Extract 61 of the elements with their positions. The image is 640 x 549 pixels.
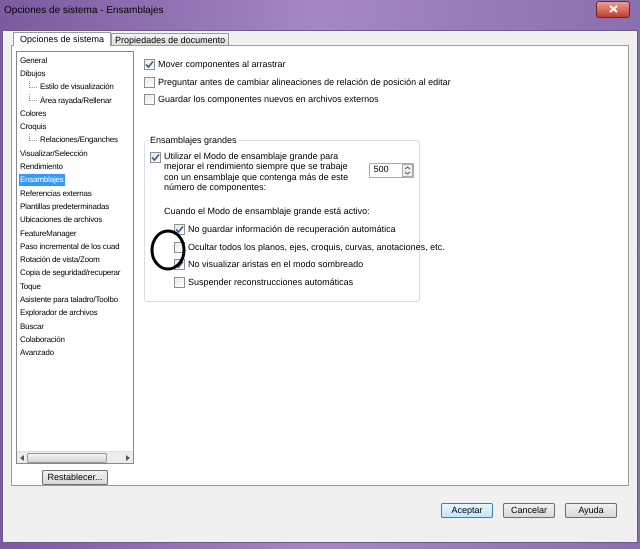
check-icon (145, 60, 154, 70)
dialog-button[interactable]: Aceptar (441, 503, 493, 518)
checkbox[interactable] (144, 59, 155, 70)
check-icon (151, 152, 160, 162)
tree-item[interactable]: Estilo de visualización (39, 81, 115, 94)
tree-line (29, 134, 37, 141)
tree-line (29, 94, 37, 102)
option-label: Guardar los componentes nuevos en archivos externos (158, 93, 379, 106)
tree-item[interactable]: Rotación de vista/Zoom (19, 254, 101, 266)
spin-value: 500 (372, 163, 390, 176)
tree-item[interactable]: Paso incremental de los cuad (19, 240, 120, 253)
tab[interactable]: Opciones de sistema (13, 32, 112, 46)
tree-item[interactable]: General (19, 54, 48, 67)
option-label: No guardar información de recuperación automática (188, 223, 396, 236)
option-label: Preguntar antes de cambiar alineaciones de relación de posición al editar (158, 76, 451, 89)
checkbox[interactable] (174, 224, 185, 236)
tree-item[interactable]: Explorador de archivos (19, 307, 98, 320)
option-label: Suspender reconstrucciones automáticas (188, 276, 354, 289)
checkbox[interactable] (150, 152, 161, 162)
spin-arrows-icon[interactable] (402, 164, 413, 176)
tree-item[interactable]: Área rayada/Rellenar (39, 94, 113, 107)
tree-item[interactable]: Rendimiento (19, 161, 64, 174)
horizontal-scrollbar[interactable] (17, 451, 133, 463)
tree-line (29, 80, 37, 88)
close-icon (608, 5, 618, 13)
group-title: Ensamblajes grandes (149, 134, 238, 147)
reset-button[interactable]: Restablecer... (42, 470, 108, 485)
scroll-thumb[interactable] (27, 452, 107, 462)
tree-item[interactable]: Plantillas predeterminadas (19, 200, 110, 213)
tree-item[interactable]: Asistente para taladro/Toolbo (19, 294, 119, 306)
dialog-button[interactable]: Ayuda (565, 503, 617, 518)
checkbox[interactable] (144, 94, 155, 106)
tree-item[interactable]: FeatureManager (19, 228, 78, 240)
check-icon (175, 260, 184, 270)
tree-item[interactable]: Referencias externas (19, 188, 93, 200)
spin-field[interactable]: 500 (368, 162, 414, 178)
checkbox[interactable] (144, 76, 155, 88)
option-label: Ocultar todos los planos, ejes, croquis, curvas, anotaciones, etc. (188, 240, 445, 254)
tree-item[interactable]: Avanzado (19, 347, 55, 360)
tree-item[interactable]: Buscar (19, 320, 45, 333)
tree-item[interactable]: Dibujos (19, 68, 46, 80)
option-label: Utilizar el Modo de ensamblaje grande para mejorar el rendimiento siempre que se trabaje con un ensamblaje que contenga más de este número de componentes: (164, 150, 350, 192)
tree-item[interactable]: Copia de seguridad/recuperar (19, 267, 122, 280)
tree-item[interactable]: Visualizar/Selección (19, 148, 88, 160)
tree-item[interactable]: Colores (19, 108, 48, 120)
tree-item[interactable]: Relaciones/Enganches (39, 134, 119, 146)
option-label: No visualizar aristas en el modo sombreado (188, 258, 364, 271)
scroll-left-icon[interactable] (18, 454, 26, 462)
tree-item[interactable]: Colaboración (19, 334, 66, 346)
close-button[interactable] (596, 0, 630, 18)
check-icon (175, 225, 184, 234)
checkbox[interactable] (174, 276, 185, 288)
dialog-button[interactable]: Cancelar (503, 503, 555, 518)
tree-item[interactable]: Toque (19, 280, 42, 293)
subtitle: Cuando el Modo de ensamblaje grande está activo: (164, 204, 371, 218)
tree-item[interactable]: Croquis (19, 121, 48, 134)
tree-item[interactable]: Ubicaciones de archivos (19, 214, 104, 226)
scroll-right-icon[interactable] (124, 454, 132, 462)
tab[interactable]: Propiedades de documento (111, 33, 230, 45)
window-title: Opciones de sistema - Ensamblajes (4, 4, 165, 18)
option-label: Mover componentes al arrastrar (158, 58, 286, 71)
